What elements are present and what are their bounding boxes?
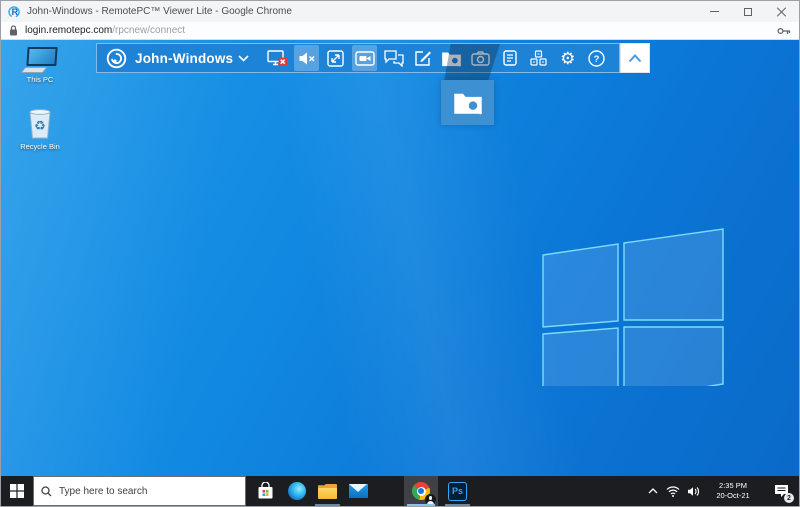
- close-icon: [777, 7, 787, 17]
- folder-search-icon: [453, 90, 483, 115]
- minimize-button[interactable]: [697, 1, 731, 22]
- speaker-mute-icon: [298, 51, 316, 66]
- mail-icon: [349, 484, 368, 498]
- mute-sound-button[interactable]: [294, 45, 319, 71]
- monitor-x-icon: [267, 50, 288, 67]
- notification-count-badge: 2: [784, 493, 794, 503]
- pen-annotate-icon: [414, 50, 432, 67]
- search-icon: [41, 486, 52, 497]
- disable-remote-display-button[interactable]: [265, 45, 290, 71]
- lock-icon: [9, 25, 18, 36]
- taskbar-app-photoshop[interactable]: Ps: [442, 476, 473, 506]
- settings-button[interactable]: ⚙: [555, 45, 580, 71]
- speaker-icon: [687, 486, 700, 497]
- remotepc-favicon-icon: R: [8, 5, 21, 18]
- file-transfer-drag-ghost[interactable]: [441, 80, 494, 125]
- tray-wifi[interactable]: [663, 476, 683, 506]
- help-icon: ?: [588, 50, 605, 67]
- keyboard-keys-icon: [530, 50, 547, 66]
- folder-search-icon: [441, 50, 462, 67]
- notes-document-icon: [503, 50, 517, 66]
- url-text[interactable]: login.remotepc.com/rpcnew/connect: [25, 25, 777, 36]
- remote-computer-name: John-Windows: [135, 51, 233, 66]
- key-icon[interactable]: [777, 26, 791, 36]
- remotepc-logo-icon: [106, 48, 127, 69]
- file-explorer-icon: [318, 484, 337, 499]
- notes-button[interactable]: [497, 45, 522, 71]
- url-path: /rpcnew/connect: [112, 25, 185, 36]
- camera-icon: [471, 51, 490, 66]
- windows-wallpaper-logo: [540, 188, 726, 386]
- taskbar-app-mail[interactable]: [343, 476, 374, 506]
- recycle-bin-label: Recycle Bin: [9, 142, 71, 151]
- start-button[interactable]: [1, 476, 33, 506]
- address-bar[interactable]: login.remotepc.com/rpcnew/connect: [1, 22, 799, 40]
- maximize-button[interactable]: [731, 1, 765, 22]
- wifi-icon: [666, 486, 680, 497]
- collapse-toolbar-button[interactable]: [620, 43, 650, 73]
- desktop-icon-this-pc[interactable]: This PC: [9, 47, 71, 84]
- close-button[interactable]: [765, 1, 799, 22]
- desktop-icon-recycle-bin[interactable]: ♻ Recycle Bin: [9, 106, 71, 151]
- windows-start-icon: [10, 484, 24, 498]
- help-button[interactable]: ?: [584, 45, 609, 71]
- taskbar-search-input[interactable]: Type here to search: [33, 476, 246, 506]
- edge-icon: [288, 482, 306, 500]
- taskbar-app-chrome-session[interactable]: [404, 476, 438, 506]
- chevron-up-icon: [628, 54, 642, 63]
- annotate-button[interactable]: [410, 45, 435, 71]
- resize-diagonal-icon: [327, 50, 344, 67]
- svg-text:R: R: [12, 7, 19, 17]
- taskbar-app-file-explorer[interactable]: [312, 476, 343, 506]
- tray-show-hidden-icons[interactable]: [643, 476, 663, 506]
- this-pc-icon: [23, 47, 57, 73]
- taskbar-app-store[interactable]: [250, 476, 281, 506]
- chevron-down-icon[interactable]: [238, 55, 249, 62]
- this-pc-label: This PC: [9, 75, 71, 84]
- file-transfer-button[interactable]: [439, 45, 464, 71]
- minimize-icon: [710, 11, 719, 12]
- title-bar: R John-Windows - RemotePC™ Viewer Lite -…: [1, 1, 799, 22]
- video-record-icon: [355, 51, 375, 66]
- store-icon: [257, 482, 274, 500]
- chat-bubbles-icon: [384, 50, 404, 67]
- recycle-bin-icon: ♻: [25, 106, 55, 140]
- chat-button[interactable]: [381, 45, 406, 71]
- tray-volume[interactable]: [683, 476, 703, 506]
- tray-clock[interactable]: 2:35 PM 20-Oct-21: [705, 481, 761, 501]
- clock-time: 2:35 PM: [705, 481, 761, 491]
- chevron-up-icon: [648, 488, 658, 494]
- chrome-window: R John-Windows - RemotePC™ Viewer Lite -…: [0, 0, 800, 507]
- remotepc-toolbar: John-Windows: [96, 43, 650, 73]
- url-domain: login.remotepc.com: [25, 25, 112, 36]
- search-placeholder: Type here to search: [59, 486, 147, 497]
- remote-user-badge-icon: [425, 494, 436, 505]
- ctrl-alt-del-button[interactable]: [526, 45, 551, 71]
- screenshot-button[interactable]: [468, 45, 493, 71]
- clock-date: 20-Oct-21: [705, 491, 761, 501]
- remote-desktop[interactable]: This PC ♻ Recycle Bin John-Windows: [1, 40, 799, 506]
- record-session-button[interactable]: [352, 45, 377, 71]
- photoshop-icon: Ps: [448, 482, 467, 501]
- scale-to-fit-button[interactable]: [323, 45, 348, 71]
- taskbar: Type here to search: [1, 476, 799, 506]
- maximize-icon: [744, 8, 752, 16]
- svg-text:?: ?: [594, 54, 600, 65]
- window-title: John-Windows - RemotePC™ Viewer Lite - G…: [27, 6, 697, 17]
- taskbar-app-edge[interactable]: [281, 476, 312, 506]
- system-tray: 2:35 PM 20-Oct-21 2: [643, 476, 799, 506]
- action-center-button[interactable]: 2: [763, 476, 799, 506]
- gear-icon: ⚙: [560, 50, 575, 67]
- svg-text:♻: ♻: [34, 118, 46, 133]
